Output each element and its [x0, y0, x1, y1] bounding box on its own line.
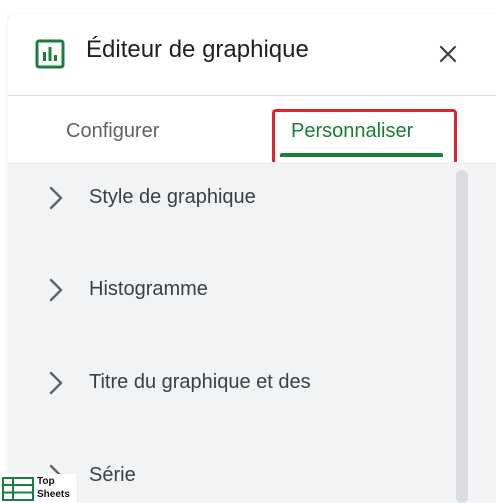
section-label: Style de graphique [89, 186, 256, 208]
top-sheets-watermark: Top Sheets [0, 474, 76, 503]
section-style-de-graphique[interactable]: Style de graphique [8, 178, 458, 218]
chevron-right-icon [49, 371, 63, 395]
close-button[interactable] [432, 38, 464, 70]
page-title: Éditeur de graphique [86, 36, 309, 63]
chart-editor-panel: Éditeur de graphique Configurer Personna… [8, 14, 496, 503]
chevron-right-icon [49, 186, 63, 210]
chevron-right-icon [49, 278, 63, 302]
close-icon [439, 45, 457, 63]
watermark-line-1: Top [37, 476, 55, 487]
watermark-line-2: Sheets [37, 489, 70, 500]
bar-chart-icon [35, 39, 65, 69]
scrollbar[interactable] [456, 170, 468, 503]
section-label: Histogramme [89, 278, 208, 300]
highlight-annotation [272, 109, 457, 165]
chart-editor-header: Éditeur de graphique [8, 14, 496, 96]
editor-tabs: Configurer Personnaliser [8, 96, 496, 165]
customize-sections: Style de graphique Histogramme Titre du … [8, 162, 496, 503]
tab-configurer[interactable]: Configurer [66, 120, 159, 143]
section-titre-du-graphique[interactable]: Titre du graphique et des [8, 363, 458, 403]
section-label: Titre du graphique et des [89, 371, 311, 393]
watermark-text: Top Sheets [37, 475, 70, 501]
section-label: Série [89, 464, 136, 486]
spreadsheet-logo-icon [2, 477, 34, 501]
section-histogramme[interactable]: Histogramme [8, 270, 458, 310]
